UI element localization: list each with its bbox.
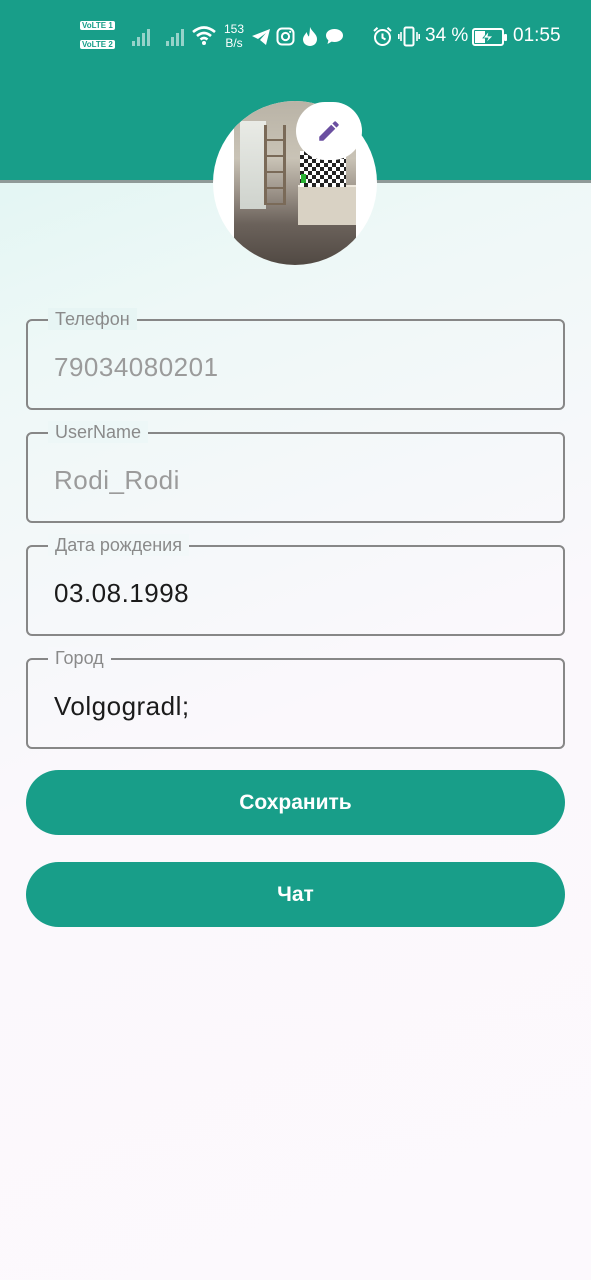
signal-icon bbox=[132, 28, 154, 46]
edit-avatar-button[interactable] bbox=[296, 102, 362, 160]
signal-icon bbox=[166, 28, 188, 46]
username-field-label: UserName bbox=[48, 421, 149, 443]
username-field[interactable]: UserName Rodi_Rodi bbox=[26, 421, 565, 523]
birthdate-field-label: Дата рождения bbox=[48, 534, 189, 556]
battery-charging-icon bbox=[472, 28, 507, 46]
chat-button[interactable]: Чат bbox=[26, 862, 565, 927]
clock: 01:55 bbox=[513, 25, 561, 46]
flame-icon bbox=[303, 27, 317, 46]
network-speed: 153 B/s bbox=[223, 22, 245, 50]
alarm-icon bbox=[373, 27, 392, 46]
vibrate-icon bbox=[398, 26, 420, 47]
phone-field-label: Телефон bbox=[48, 308, 137, 330]
phone-field[interactable]: Телефон 79034080201 bbox=[26, 308, 565, 410]
chat-bubble-icon bbox=[326, 29, 343, 44]
save-button[interactable]: Сохранить bbox=[26, 770, 565, 835]
volte-1-indicator: VoLTE 1 bbox=[80, 21, 115, 30]
birthdate-field[interactable]: Дата рождения 03.08.1998 bbox=[26, 534, 565, 636]
telegram-icon bbox=[252, 29, 270, 45]
wifi-icon bbox=[192, 26, 216, 45]
username-field-value: Rodi_Rodi bbox=[54, 465, 180, 495]
city-field-label: Город bbox=[48, 647, 111, 669]
pencil-icon bbox=[319, 121, 339, 141]
phone-field-value: 79034080201 bbox=[54, 352, 219, 382]
city-field[interactable]: Город Volgogradl; bbox=[26, 647, 565, 749]
city-field-value: Volgogradl; bbox=[54, 691, 190, 721]
instagram-icon bbox=[276, 27, 295, 46]
status-bar: VoLTE 1 VoLTE 2 153 B/s 34 % 01:55 bbox=[0, 0, 591, 74]
birthdate-field-value: 03.08.1998 bbox=[54, 578, 190, 608]
volte-2-indicator: VoLTE 2 bbox=[80, 40, 115, 49]
battery-percent: 34 % bbox=[425, 25, 469, 46]
